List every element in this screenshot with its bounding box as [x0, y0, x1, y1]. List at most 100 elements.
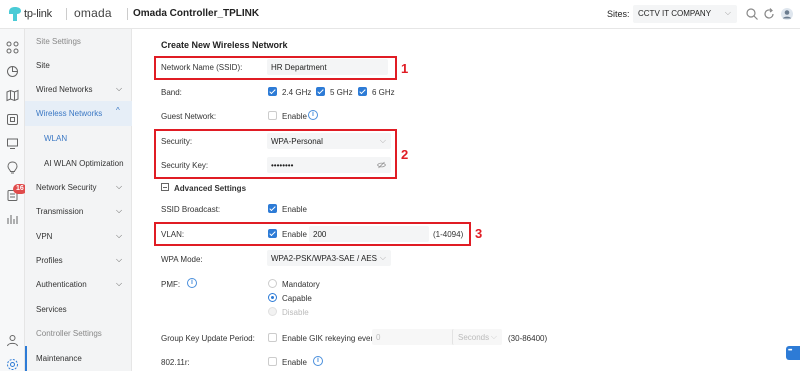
- sidebar-item-wireless-networks[interactable]: Wireless Networks ^: [25, 101, 132, 126]
- band-label: Band:: [161, 88, 182, 97]
- band-6-checkbox[interactable]: [358, 87, 367, 96]
- sites-label: Sites:: [607, 9, 630, 19]
- sidebar-item-label: Wired Networks: [36, 85, 93, 94]
- chevron-down-icon: ⌵: [116, 84, 123, 93]
- chevron-up-icon: ^: [116, 106, 120, 115]
- pmf-disable-radio: [268, 307, 277, 316]
- sidebar-item-profiles[interactable]: Profiles ⌵: [25, 248, 132, 273]
- dashboard-icon[interactable]: [6, 41, 19, 54]
- band-24-checkbox[interactable]: [268, 87, 277, 96]
- sidebar-item-label: Network Security: [36, 183, 97, 192]
- search-icon[interactable]: [745, 7, 759, 21]
- gik-rekey-label: Enable GIK rekeying every: [282, 334, 378, 343]
- gik-period-value: 0: [376, 333, 381, 342]
- sidebar-item-label: Transmission: [36, 207, 84, 216]
- wlan-form: Create New Wireless Network Network Name…: [132, 29, 800, 371]
- chevron-down-icon: ⌵: [116, 279, 123, 288]
- site-selector[interactable]: CCTV IT COMPANY ⌵: [633, 5, 737, 23]
- statistics-icon[interactable]: [6, 65, 19, 78]
- sidebar-item-label: AI WLAN Optimization: [44, 159, 124, 168]
- active-indicator: [25, 346, 27, 371]
- sidebar-item-label: Authentication: [36, 280, 87, 289]
- settings-gear-icon[interactable]: [6, 358, 19, 371]
- chevron-down-icon: ⌵: [379, 253, 386, 262]
- sidebar-item-label: Controller Settings: [36, 329, 102, 338]
- sidebar-item-site-settings: Site Settings: [25, 29, 132, 54]
- band-6-label: 6 GHz: [372, 88, 395, 97]
- header-divider: [127, 8, 128, 20]
- chevron-down-icon: ⌵: [116, 231, 123, 240]
- ssid-broadcast-enable-label: Enable: [282, 205, 307, 214]
- sidebar-item-wlan[interactable]: WLAN: [25, 126, 132, 151]
- sidebar-item-ai-wlan-optimization[interactable]: AI WLAN Optimization: [25, 151, 132, 176]
- sidebar-item-transmission[interactable]: Transmission ⌵: [25, 199, 132, 224]
- ssid-broadcast-label: SSID Broadcast:: [161, 205, 221, 214]
- pmf-label: PMF:: [161, 280, 181, 289]
- reports-icon[interactable]: [6, 213, 19, 226]
- sidebar-item-label: Profiles: [36, 256, 63, 265]
- site-selector-value: CCTV IT COMPANY: [638, 9, 712, 18]
- 80211r-label: 802.11r:: [161, 358, 190, 367]
- sidebar-item-network-security[interactable]: Network Security ⌵: [25, 175, 132, 200]
- devices-icon[interactable]: [6, 113, 19, 126]
- info-icon[interactable]: i: [187, 278, 197, 288]
- pmf-disable-label: Disable: [282, 308, 309, 317]
- sidebar-item-label: Site: [36, 61, 50, 70]
- sidebar-item-controller-settings: Controller Settings: [25, 321, 132, 346]
- chevron-down-icon: ⌵: [116, 182, 123, 191]
- annotation-box-1: [154, 56, 397, 80]
- sidebar-item-label: VPN: [36, 232, 53, 241]
- band-24-label: 2.4 GHz: [282, 88, 312, 97]
- guest-network-checkbox[interactable]: [268, 111, 277, 120]
- clients-icon[interactable]: [6, 137, 19, 150]
- wpa-mode-select[interactable]: WPA2-PSK/WPA3-SAE / AES ⌵: [267, 250, 391, 266]
- collapse-icon[interactable]: [161, 183, 169, 191]
- group-key-label: Group Key Update Period:: [161, 334, 255, 343]
- account-icon[interactable]: [6, 334, 19, 347]
- pmf-mandatory-label: Mandatory: [282, 280, 320, 289]
- sidebar-item-label: Maintenance: [36, 354, 82, 363]
- sidebar-item-maintenance[interactable]: Maintenance: [25, 346, 132, 371]
- tplink-brand: tp-link: [24, 8, 52, 20]
- chat-support-button[interactable]: [786, 346, 800, 360]
- pmf-capable-label: Capable: [282, 294, 312, 303]
- app-title: Omada Controller_TPLINK: [133, 8, 260, 19]
- advanced-settings-label[interactable]: Advanced Settings: [174, 184, 246, 193]
- insights-icon[interactable]: [6, 161, 19, 174]
- settings-sidebar: Site Settings Site Wired Networks ⌵ Wire…: [25, 29, 132, 371]
- ssid-broadcast-checkbox[interactable]: [268, 204, 277, 213]
- guest-network-enable-label: Enable: [282, 112, 307, 121]
- annotation-number-3: 3: [475, 226, 483, 241]
- chevron-down-icon: ⌵: [116, 206, 123, 215]
- refresh-icon[interactable]: [762, 7, 776, 21]
- band-5-label: 5 GHz: [330, 88, 353, 97]
- gik-rekey-checkbox[interactable]: [268, 333, 277, 342]
- sidebar-item-site[interactable]: Site: [25, 53, 132, 78]
- map-icon[interactable]: [6, 89, 19, 102]
- band-5-checkbox[interactable]: [316, 87, 325, 96]
- sidebar-item-vpn[interactable]: VPN ⌵: [25, 224, 132, 249]
- info-icon[interactable]: i: [308, 110, 318, 120]
- sidebar-item-authentication[interactable]: Authentication ⌵: [25, 272, 132, 297]
- gik-unit-select: Seconds ⌵: [452, 329, 502, 345]
- gik-unit-value: Seconds: [458, 333, 490, 342]
- chevron-down-icon: ⌵: [116, 255, 123, 264]
- wpa-mode-value: WPA2-PSK/WPA3-SAE / AES: [271, 254, 377, 263]
- sidebar-item-label: Wireless Networks: [36, 109, 103, 118]
- sidebar-item-wired-networks[interactable]: Wired Networks ⌵: [25, 77, 132, 102]
- 80211r-enable-label: Enable: [282, 358, 307, 367]
- tplink-logo-icon: [9, 7, 21, 21]
- pmf-capable-radio[interactable]: [268, 293, 277, 302]
- wpa-mode-label: WPA Mode:: [161, 255, 203, 264]
- sidebar-item-label: WLAN: [44, 134, 68, 143]
- pmf-mandatory-radio[interactable]: [268, 279, 277, 288]
- omada-brand: omada: [74, 6, 112, 20]
- guest-network-label: Guest Network:: [161, 112, 217, 121]
- sidebar-item-services[interactable]: Services: [25, 297, 132, 322]
- chevron-down-icon: ⌵: [724, 8, 731, 17]
- 80211r-checkbox[interactable]: [268, 357, 277, 366]
- info-icon[interactable]: i: [313, 356, 323, 366]
- annotation-box-3: [154, 222, 471, 246]
- chevron-down-icon: ⌵: [490, 332, 497, 341]
- user-avatar-icon[interactable]: [780, 7, 794, 21]
